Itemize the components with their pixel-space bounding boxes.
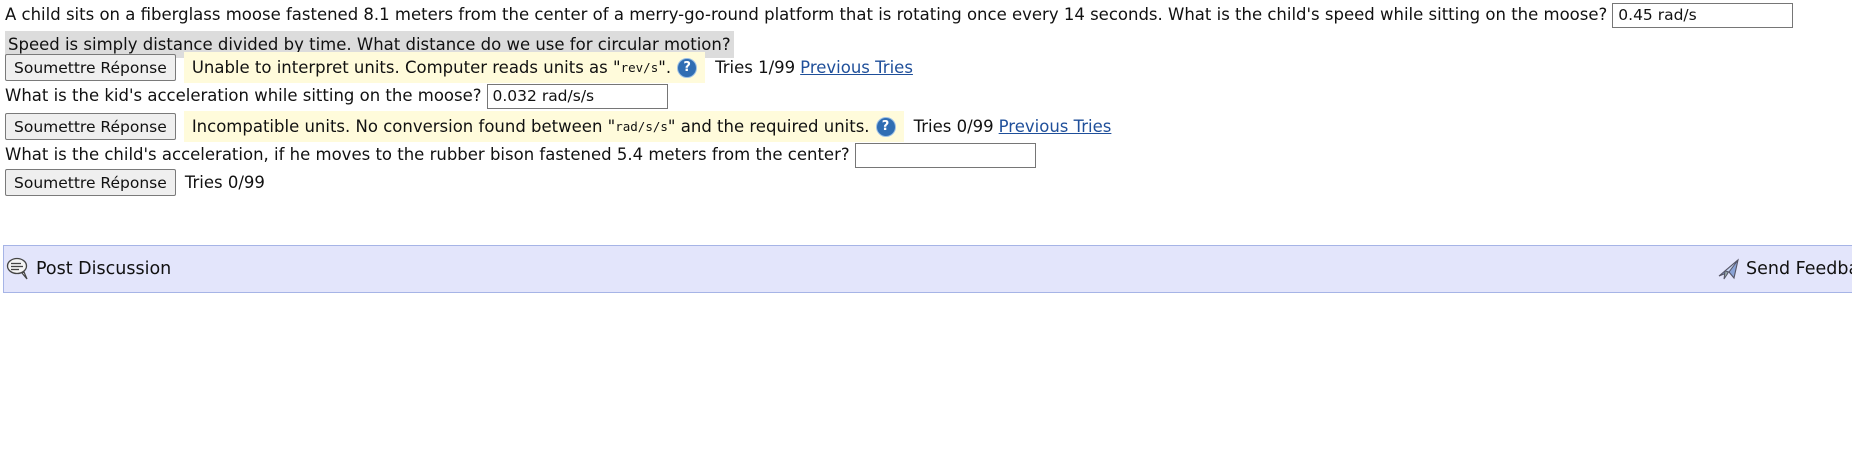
tries-1-count: Tries 1/99: [715, 58, 796, 77]
previous-tries-2-link[interactable]: Previous Tries: [999, 117, 1112, 136]
question-3-row: What is the child's acceleration, if he …: [5, 142, 1036, 168]
question-2-controls: Soumettre Réponse Incompatible units. No…: [5, 111, 1111, 142]
question-1-row: A child sits on a fiberglass moose faste…: [5, 2, 1794, 28]
send-feedback-label: Send Feedback: [1746, 259, 1852, 279]
feedback-1-message: Unable to interpret units. Computer read…: [183, 52, 706, 83]
question-3-controls: Soumettre Réponse Tries 0/99: [5, 169, 265, 196]
feedback-2-text-before: Incompatible units. No conversion found …: [191, 117, 616, 136]
answer-1-input[interactable]: [1612, 2, 1794, 28]
answer-3-input[interactable]: [854, 142, 1036, 168]
submit-answer-3-button[interactable]: Soumettre Réponse: [5, 169, 176, 196]
submit-answer-2-button[interactable]: Soumettre Réponse: [5, 113, 176, 140]
help-question-icon[interactable]: ?: [677, 57, 698, 78]
tries-2-count: Tries 0/99: [913, 117, 994, 136]
question-1-controls: Soumettre Réponse Unable to interpret un…: [5, 52, 913, 83]
post-discussion-label: Post Discussion: [36, 259, 172, 279]
feedback-2-message: Incompatible units. No conversion found …: [183, 111, 904, 142]
tries-3-count: Tries 0/99: [184, 173, 265, 192]
question-2-row: What is the kid's acceleration while sit…: [5, 83, 668, 109]
question-1-text: A child sits on a fiberglass moose faste…: [5, 5, 1608, 24]
question-2-text: What is the kid's acceleration while sit…: [5, 86, 482, 105]
help-question-icon[interactable]: ?: [875, 116, 896, 137]
discussion-bubble-icon: [6, 257, 28, 280]
previous-tries-1-link[interactable]: Previous Tries: [800, 58, 913, 77]
answer-2-input[interactable]: [486, 83, 668, 109]
feedback-2-text-after: " and the required units.: [667, 117, 870, 136]
feedback-1-text-after: ".: [658, 58, 672, 77]
question-3-text: What is the child's acceleration, if he …: [5, 145, 850, 164]
feedback-2-units: rad/s/s: [615, 119, 668, 134]
submit-answer-1-button[interactable]: Soumettre Réponse: [5, 54, 176, 81]
send-feedback-button[interactable]: Send Feedback: [1716, 246, 1852, 292]
discussion-bar: Post Discussion Send Feedback: [3, 245, 1852, 293]
feedback-1-units: rev/s: [620, 60, 659, 75]
send-feedback-icon: [1718, 258, 1739, 280]
feedback-1-text-before: Unable to interpret units. Computer read…: [191, 58, 621, 77]
post-discussion-button[interactable]: Post Discussion: [6, 246, 171, 292]
